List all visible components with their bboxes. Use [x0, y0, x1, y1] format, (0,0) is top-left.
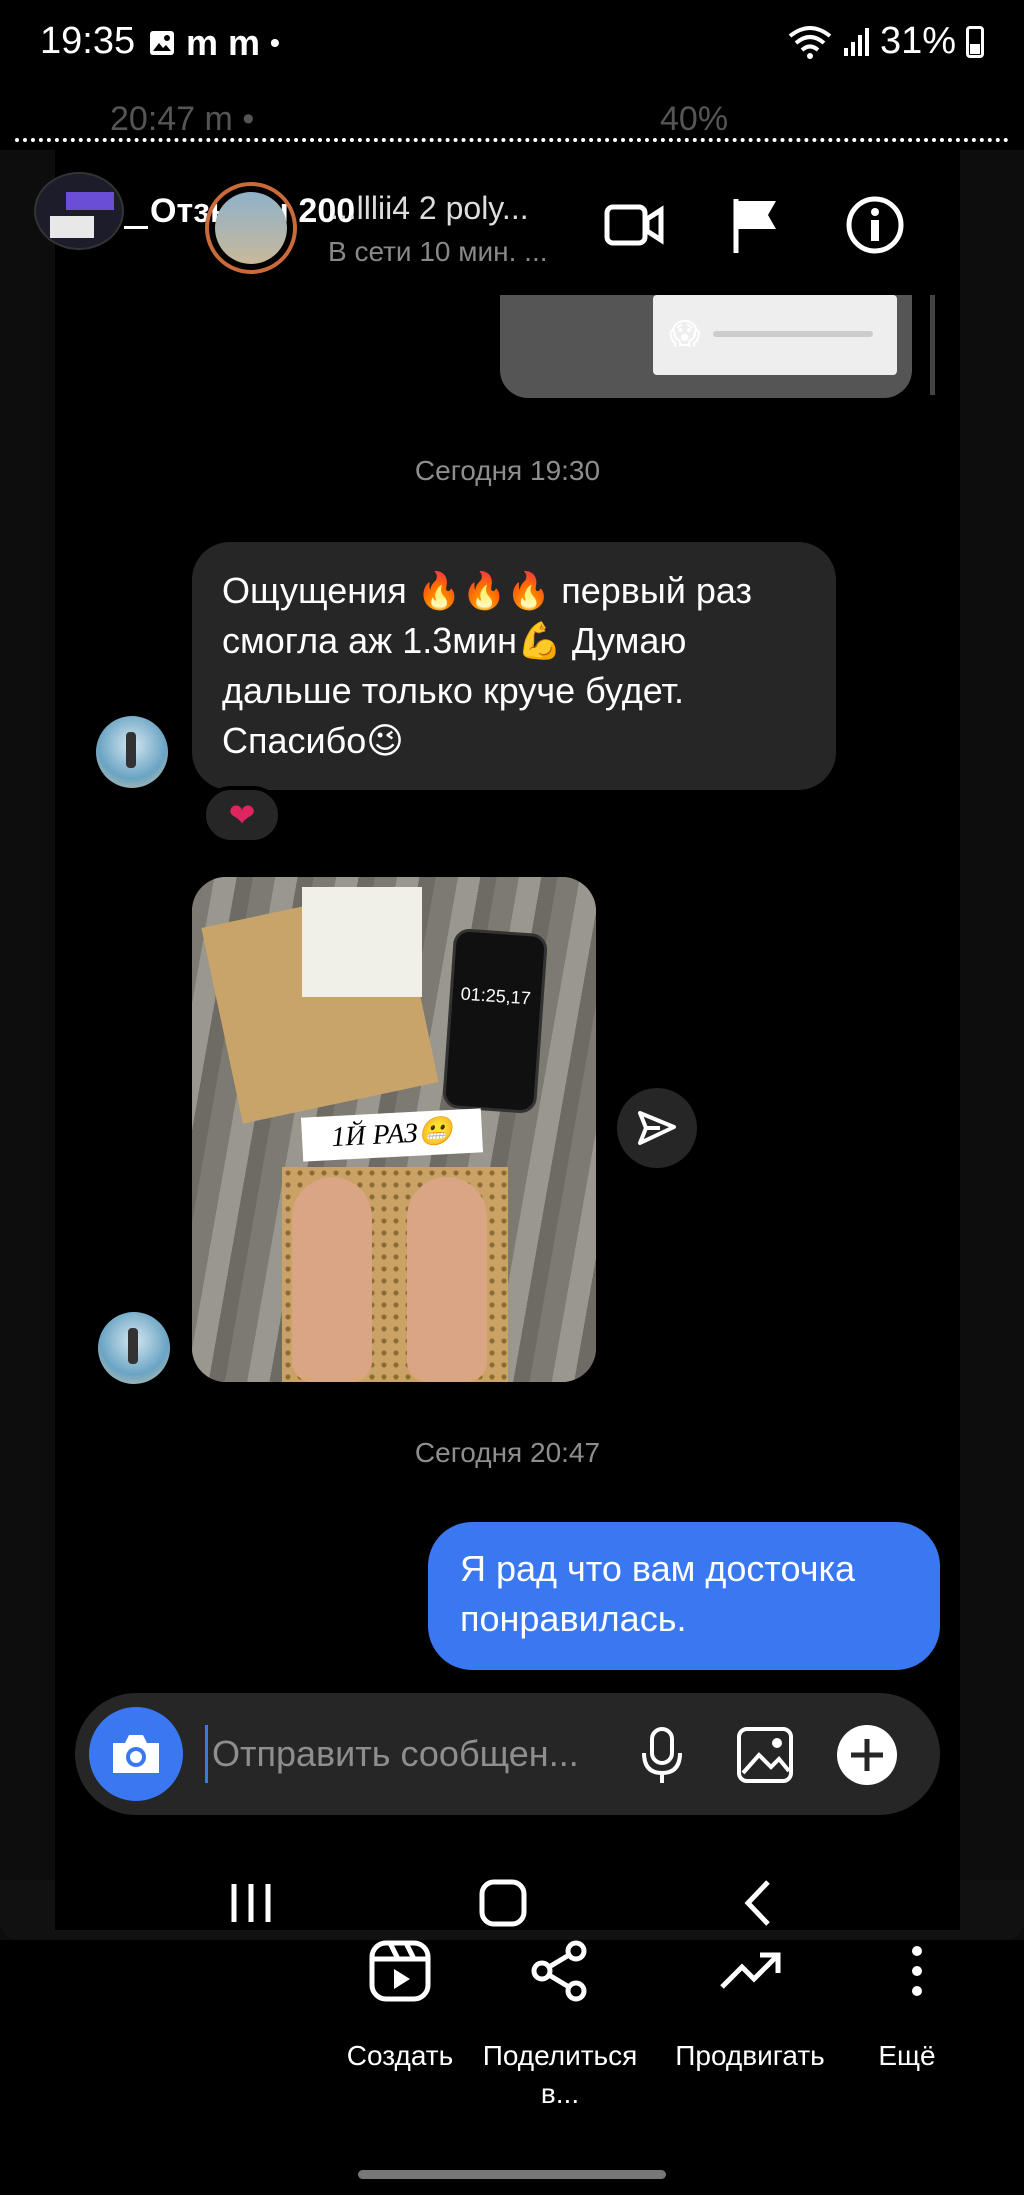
- story-underline: [124, 226, 148, 229]
- camera-button[interactable]: [89, 1707, 183, 1801]
- battery-percent: 31%: [879, 20, 956, 62]
- gesture-home-pill[interactable]: [358, 2170, 666, 2179]
- frame-edge-right: [960, 150, 1024, 1940]
- received-message[interactable]: Ощущения 🔥🔥🔥 первый раз смогла аж 1.3мин…: [192, 542, 836, 790]
- sender-avatar[interactable]: [96, 716, 168, 788]
- share-label: Поделиться в...: [482, 2040, 638, 2109]
- chat-online-status: В сети 10 мин. ...: [328, 236, 548, 267]
- inner-status-time: 20:47 m •: [110, 100, 255, 138]
- image-caption: 1Й РАЗ😬: [300, 1108, 484, 1162]
- share-message-button[interactable]: [617, 1088, 697, 1168]
- right-foot: [407, 1177, 487, 1382]
- video-call-icon[interactable]: [604, 195, 664, 255]
- add-icon[interactable]: [835, 1723, 899, 1787]
- send-icon: [638, 1111, 676, 1145]
- inner-status-battery: 40%: [660, 100, 729, 138]
- share-action[interactable]: Поделиться в...: [460, 1935, 660, 2113]
- stopwatch-phone: 01:25,17: [441, 927, 549, 1115]
- more-label: Ещё: [878, 2040, 936, 2071]
- media-message-partial[interactable]: 😱: [500, 295, 912, 398]
- camera-icon: [113, 1735, 159, 1773]
- message-timestamp: Сегодня 19:30: [414, 455, 601, 486]
- share-icon: [531, 1940, 587, 2002]
- reels-icon: [369, 1940, 431, 2002]
- more-action[interactable]: Ещё: [817, 1935, 1017, 2075]
- notification-dot: •: [270, 27, 280, 58]
- story-highlight-thumbnail[interactable]: [34, 172, 124, 250]
- frame-edge-left: [0, 150, 55, 1940]
- wifi-icon: [788, 25, 832, 59]
- message-input[interactable]: [205, 1725, 675, 1783]
- audio-progress: [713, 331, 873, 337]
- sender-avatar[interactable]: [98, 1312, 170, 1384]
- audio-emoji: 😱: [669, 318, 701, 351]
- status-time: 19:35: [40, 20, 136, 62]
- home-icon[interactable]: [478, 1878, 528, 1928]
- info-icon[interactable]: [845, 195, 905, 255]
- more-icon: [912, 1946, 922, 1996]
- gallery-icon[interactable]: [733, 1723, 797, 1787]
- heart-reaction[interactable]: ❤: [202, 786, 282, 844]
- message-timestamp: Сегодня 20:47: [414, 1437, 601, 1468]
- sent-message[interactable]: Я рад что вам досточка понравилась.: [428, 1522, 940, 1670]
- back-icon[interactable]: [740, 1878, 776, 1928]
- trending-icon: [720, 1952, 781, 1989]
- microphone-icon[interactable]: [630, 1723, 694, 1787]
- flag-icon[interactable]: [726, 195, 786, 255]
- image-icon: [150, 31, 174, 55]
- signal-icon: [843, 27, 869, 56]
- chat-avatar[interactable]: [205, 182, 297, 274]
- scrollbar[interactable]: [930, 295, 935, 395]
- status-bar: 19:35 m m • 31%: [0, 0, 1024, 90]
- battery-icon: [966, 25, 984, 58]
- image-message[interactable]: 01:25,17 1Й РАЗ😬: [192, 877, 596, 1382]
- chat-username: ...lllii4 2 poly...: [330, 190, 529, 226]
- notification-indicators: m m: [186, 22, 261, 63]
- progress-divider: [15, 138, 1009, 142]
- message-composer: [75, 1693, 940, 1815]
- recents-icon[interactable]: [228, 1878, 274, 1928]
- left-foot: [292, 1177, 372, 1382]
